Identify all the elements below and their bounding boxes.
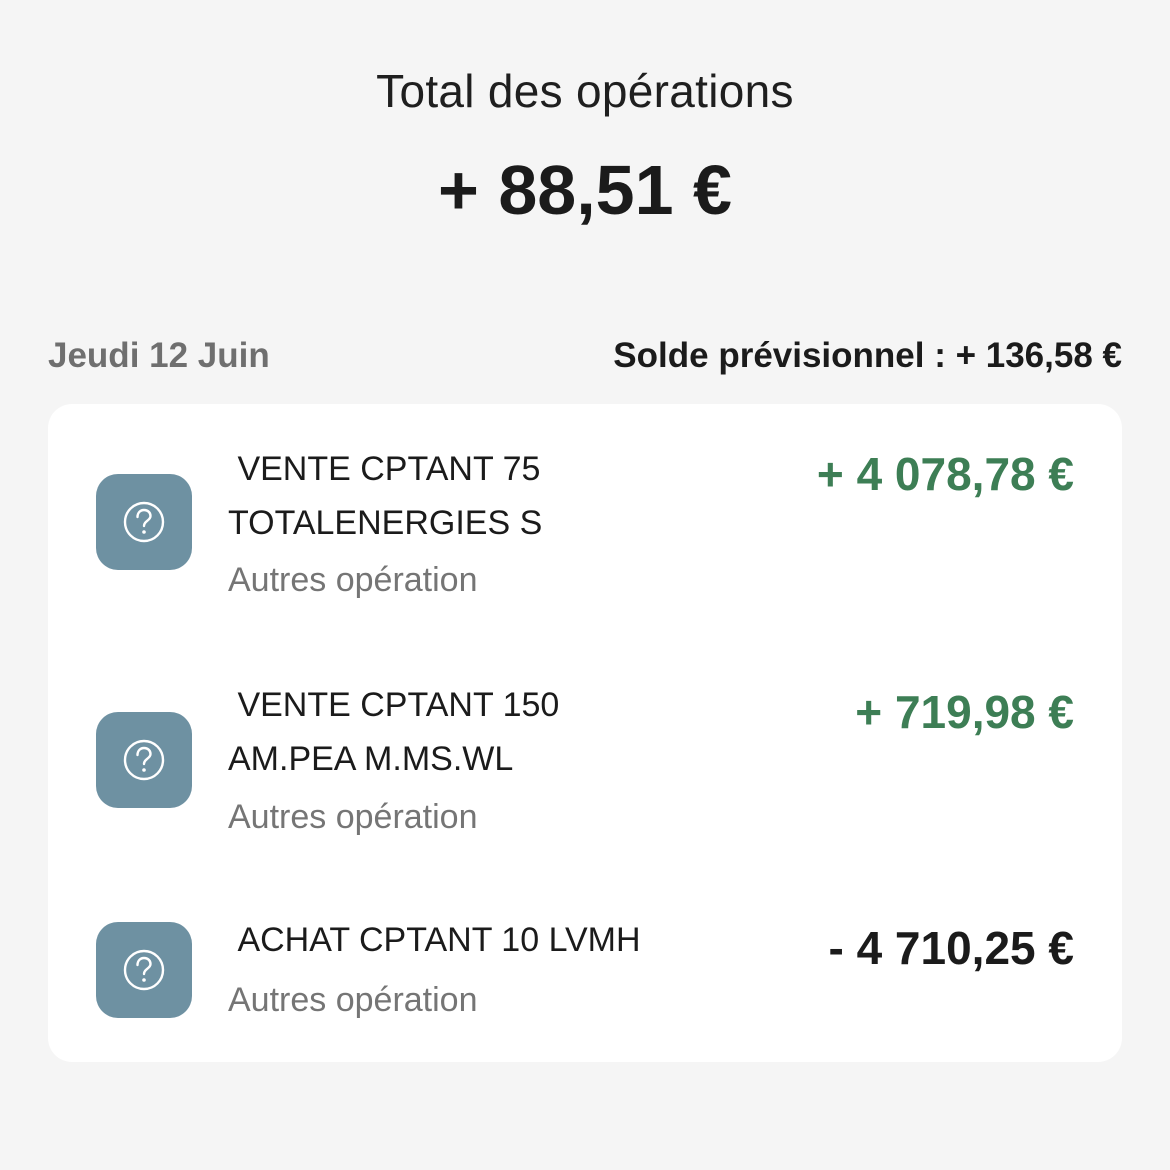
operation-row[interactable]: ACHAT CPTANT 10 LVMH Autres opération - … [48, 912, 1122, 1042]
question-mark-icon [96, 474, 192, 570]
operations-summary: Total des opérations + 88,51 € [0, 62, 1170, 230]
question-mark-icon [96, 922, 192, 1018]
operation-title: VENTE CPTANT 75 TOTALENERGIES S [228, 450, 543, 542]
operation-amount: - 4 710,25 € [828, 922, 1074, 974]
day-label: Jeudi 12 Juin [48, 336, 270, 375]
summary-label: Total des opérations [376, 65, 794, 117]
operation-title: VENTE CPTANT 150 AM.PEA M.MS.WL [228, 686, 560, 778]
operation-category: Autres opération [228, 798, 478, 836]
operation-category: Autres opération [228, 981, 478, 1019]
operations-card: VENTE CPTANT 75 TOTALENERGIES S Autres o… [48, 404, 1122, 1062]
summary-total-amount: + 88,51 € [438, 151, 732, 229]
operation-category: Autres opération [228, 561, 478, 599]
operation-row[interactable]: VENTE CPTANT 150 AM.PEA M.MS.WL Autres o… [48, 676, 1122, 886]
operation-row[interactable]: VENTE CPTANT 75 TOTALENERGIES S Autres o… [48, 440, 1122, 650]
question-mark-icon [96, 712, 192, 808]
operation-title: ACHAT CPTANT 10 LVMH [228, 921, 641, 959]
forecast-balance: Solde prévisionnel : + 136,58 € [613, 336, 1122, 375]
day-header: Jeudi 12 Juin Solde prévisionnel : + 136… [48, 334, 1122, 378]
operation-amount: + 4 078,78 € [816, 448, 1074, 500]
operation-amount: + 719,98 € [855, 686, 1074, 738]
